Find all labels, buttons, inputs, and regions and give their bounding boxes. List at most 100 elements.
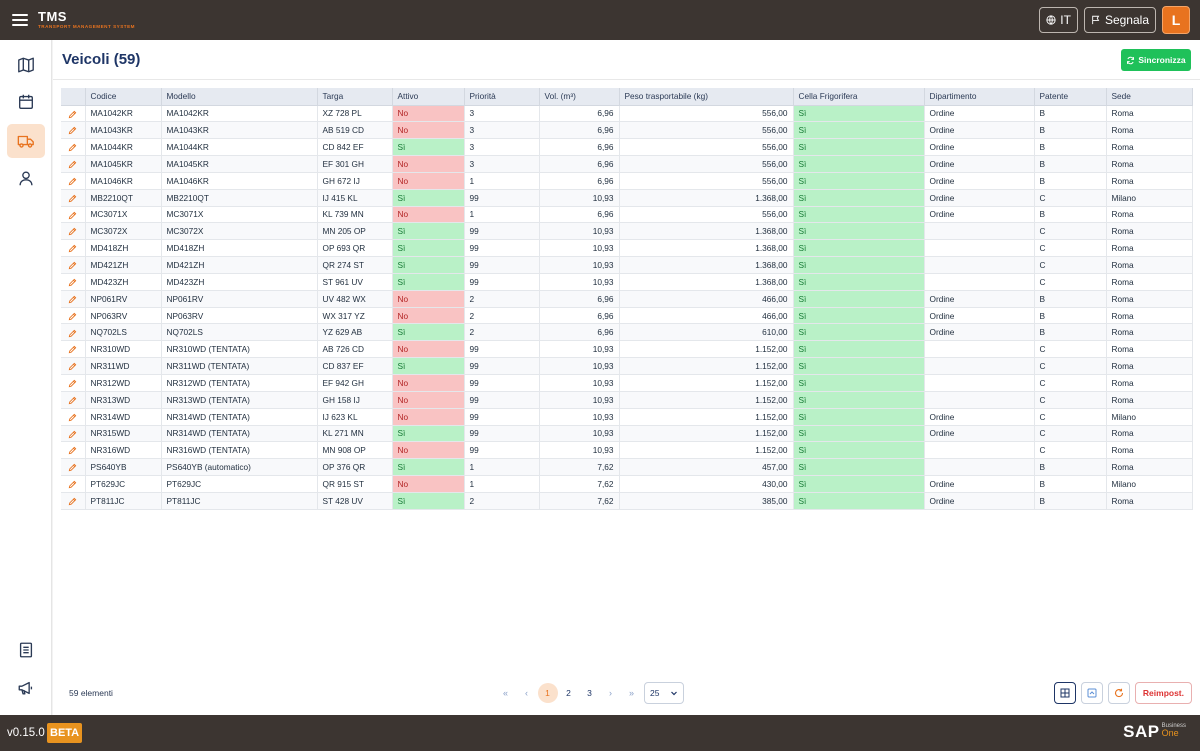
edit-icon[interactable] — [68, 194, 77, 203]
edit-icon[interactable] — [68, 160, 77, 169]
table-row[interactable]: NR314WD NR314WD (TENTATA) IJ 623 KL No 99 10,… — [61, 408, 1193, 426]
edit-cell[interactable] — [61, 290, 86, 308]
table-row[interactable]: NR315WD NR314WD (TENTATA) KL 271 MN Sì 99 10,… — [61, 425, 1193, 443]
edit-icon[interactable] — [68, 362, 77, 371]
table-row[interactable]: NP063RV NP063RV WX 317 YZ No 2 6,96 466,00 Sì Or… — [61, 307, 1193, 325]
edit-icon[interactable] — [68, 143, 77, 152]
table-row[interactable]: MA1045KR MA1045KR EF 301 GH No 3 6,96 556,00 Sì… — [61, 155, 1193, 173]
column-header[interactable]: Codice — [85, 88, 162, 106]
column-header[interactable]: Dipartimento — [924, 88, 1035, 106]
column-header[interactable]: Modello — [161, 88, 318, 106]
columns-button[interactable] — [1053, 682, 1076, 704]
edit-cell[interactable] — [61, 492, 86, 510]
edit-cell[interactable] — [61, 307, 86, 325]
edit-cell[interactable] — [61, 374, 86, 392]
column-header[interactable]: Attivo — [392, 88, 465, 106]
table-row[interactable]: PT629JC PT629JC QR 915 ST No 1 7,62 430,00 Sì Or… — [61, 475, 1193, 493]
edit-cell[interactable] — [61, 357, 86, 375]
edit-cell[interactable] — [61, 222, 86, 241]
page-2-button[interactable]: 2 — [559, 683, 579, 703]
sidebar-item-logs[interactable] — [7, 633, 45, 667]
table-row[interactable]: NR311WD NR311WD (TENTATA) CD 837 EF Sì 99 10,… — [61, 357, 1193, 375]
table-row[interactable]: NP061RV NP061RV UV 482 WX No 2 6,96 466,00 Sì Or… — [61, 290, 1193, 308]
edit-cell[interactable] — [61, 172, 86, 190]
edit-icon[interactable] — [68, 463, 77, 472]
table-row[interactable]: MD418ZH MD418ZH OP 693 QR Sì 99 10,93 1.368,00… — [61, 239, 1193, 258]
report-button[interactable]: Segnala — [1083, 7, 1156, 33]
column-header[interactable]: Peso trasportabile (kg) — [619, 88, 794, 106]
column-header[interactable]: Targa — [317, 88, 393, 106]
edit-cell[interactable] — [61, 425, 86, 443]
edit-cell[interactable] — [61, 441, 86, 460]
column-header[interactable]: Priorità — [464, 88, 540, 106]
edit-cell[interactable] — [61, 340, 86, 359]
table-row[interactable]: NR313WD NR313WD (TENTATA) GH 158 IJ No 99 10,… — [61, 391, 1193, 409]
first-page-button[interactable]: « — [496, 683, 516, 703]
edit-icon[interactable] — [68, 244, 77, 253]
column-header[interactable]: Patente — [1034, 88, 1107, 106]
page-1-button[interactable]: 1 — [537, 683, 558, 703]
edit-cell[interactable] — [61, 475, 86, 493]
column-header[interactable]: Sede — [1106, 88, 1193, 106]
edit-cell[interactable] — [61, 206, 86, 224]
user-avatar[interactable]: L — [1162, 6, 1190, 34]
reset-button[interactable]: Reimpost. — [1134, 682, 1192, 704]
edit-icon[interactable] — [68, 278, 77, 287]
table-row[interactable]: NR310WD NR310WD (TENTATA) AB 726 CD No 99 10,… — [61, 340, 1193, 359]
edit-icon[interactable] — [68, 497, 77, 506]
sidebar-item-users[interactable] — [7, 161, 45, 195]
edit-cell[interactable] — [61, 273, 86, 291]
sidebar-item-map[interactable] — [7, 48, 45, 82]
table-row[interactable]: MD421ZH MD421ZH QR 274 ST Sì 99 10,93 1.368,00… — [61, 256, 1193, 274]
edit-icon[interactable] — [68, 227, 77, 236]
table-row[interactable]: MA1046KR MA1046KR GH 672 IJ No 1 6,96 556,00 Sì… — [61, 172, 1193, 190]
sidebar-item-vehicles[interactable] — [7, 124, 45, 158]
sidebar-item-calendar[interactable] — [7, 85, 45, 119]
column-header[interactable]: Vol. (m³) — [539, 88, 620, 106]
edit-cell[interactable] — [61, 408, 86, 426]
app-logo[interactable]: TMS TRANSPORT MANAGEMENT SYSTEM — [38, 10, 135, 30]
table-row[interactable]: NR316WD NR316WD (TENTATA) MN 908 OP No 99 10,… — [61, 441, 1193, 460]
edit-icon[interactable] — [68, 295, 77, 304]
edit-cell[interactable] — [61, 323, 86, 342]
edit-cell[interactable] — [61, 105, 86, 123]
prev-page-button[interactable]: ‹ — [517, 683, 537, 703]
table-row[interactable]: MA1042KR MA1042KR XZ 728 PL No 3 6,96 556,00 Sì… — [61, 105, 1193, 123]
page-3-button[interactable]: 3 — [580, 683, 600, 703]
table-row[interactable]: MC3072X MC3072X MN 205 OP Sì 99 10,93 1.368,00… — [61, 222, 1193, 241]
edit-icon[interactable] — [68, 110, 77, 119]
table-row[interactable]: MA1043KR MA1043KR AB 519 CD No 3 6,96 556,00 Sì… — [61, 121, 1193, 140]
table-row[interactable]: NR312WD NR312WD (TENTATA) EF 942 GH No 99 10,… — [61, 374, 1193, 392]
last-page-button[interactable]: » — [622, 683, 642, 703]
edit-icon[interactable] — [68, 126, 77, 135]
language-button[interactable]: IT — [1039, 7, 1078, 33]
page-size-select[interactable]: 25 — [644, 682, 684, 704]
table-row[interactable]: MC3071X MC3071X KL 739 MN No 1 6,96 556,00 Sì Or… — [61, 206, 1193, 224]
column-header[interactable]: Cella Frigorifera — [793, 88, 925, 106]
edit-cell[interactable] — [61, 239, 86, 258]
export-button[interactable] — [1080, 682, 1103, 704]
edit-icon[interactable] — [68, 480, 77, 489]
table-row[interactable]: PT811JC PT811JC ST 428 UV Sì 2 7,62 385,00 Sì Or… — [61, 492, 1193, 510]
edit-cell[interactable] — [61, 458, 86, 477]
edit-icon[interactable] — [68, 312, 77, 321]
reload-button[interactable] — [1107, 682, 1130, 704]
edit-cell[interactable] — [61, 121, 86, 140]
edit-cell[interactable] — [61, 189, 86, 207]
edit-icon[interactable] — [68, 413, 77, 422]
edit-icon[interactable] — [68, 211, 77, 220]
table-row[interactable]: MB2210QT MB2210QT IJ 415 KL Sì 99 10,93 1.368,… — [61, 189, 1193, 207]
next-page-button[interactable]: › — [601, 683, 621, 703]
edit-cell[interactable] — [61, 155, 86, 173]
edit-icon[interactable] — [68, 261, 77, 270]
edit-cell[interactable] — [61, 138, 86, 157]
table-row[interactable]: MA1044KR MA1044KR CD 842 EF Sì 3 6,96 556,00 Sì… — [61, 138, 1193, 157]
edit-icon[interactable] — [68, 379, 77, 388]
table-row[interactable]: PS640YB PS640YB (automatico) OP 376 QR Sì 1 7… — [61, 458, 1193, 477]
sync-button[interactable]: Sincronizza — [1121, 49, 1191, 71]
edit-icon[interactable] — [68, 177, 77, 186]
edit-cell[interactable] — [61, 391, 86, 409]
table-row[interactable]: MD423ZH MD423ZH ST 961 UV Sì 99 10,93 1.368,00… — [61, 273, 1193, 291]
edit-icon[interactable] — [68, 329, 77, 338]
edit-icon[interactable] — [68, 345, 77, 354]
